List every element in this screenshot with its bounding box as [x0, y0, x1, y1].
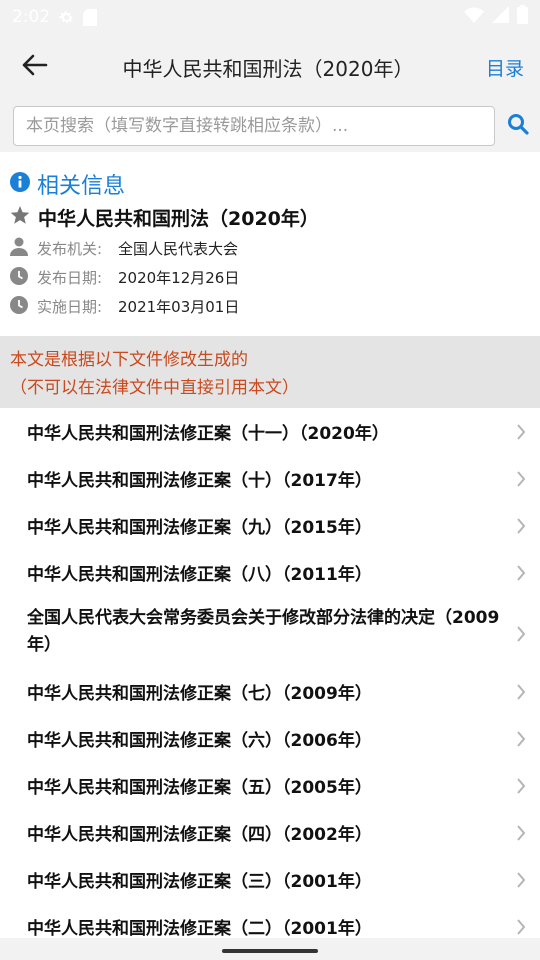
chevron-right-icon [516, 824, 526, 846]
signal-icon [492, 6, 509, 28]
chevron-right-icon [516, 470, 526, 492]
list-item[interactable]: 中华人民共和国刑法修正案（六）（2006年） [0, 715, 540, 762]
status-time: 2:02 [12, 7, 51, 27]
law-title: 中华人民共和国刑法（2020年） [38, 207, 319, 230]
list-item-label: 中华人民共和国刑法修正案（十一）（2020年） [27, 424, 389, 444]
chevron-right-icon [516, 683, 526, 705]
back-button[interactable] [0, 34, 70, 100]
law-title-row: 中华人民共和国刑法（2020年） [10, 200, 540, 234]
list-item-label: 中华人民共和国刑法修正案（八）（2011年） [27, 565, 372, 585]
search-icon [507, 113, 529, 139]
search-button[interactable] [495, 106, 540, 146]
info-card: 相关信息 中华人民共和国刑法（2020年） 发布机关: 全国人民代表大会 发布日… [0, 152, 540, 336]
source-notice: 本文是根据以下文件修改生成的 （不可以在法律文件中直接引用本文） [0, 336, 540, 408]
list-item-label: 中华人民共和国刑法修正案（九）（2015年） [27, 518, 372, 538]
home-handle[interactable] [222, 949, 318, 953]
chevron-right-icon [516, 777, 526, 799]
chevron-right-icon [516, 423, 526, 445]
screen: 2:02 中华人民共和国刑法（2020年） 目录 本页搜索（填写数字直接转跳相应… [0, 0, 540, 960]
list-item-label: 中华人民共和国刑法修正案（七）（2009年） [27, 684, 372, 704]
clock-icon [10, 266, 28, 289]
list-item-label: 中华人民共和国刑法修正案（四）（2002年） [27, 825, 372, 845]
chevron-right-icon [516, 730, 526, 752]
chevron-right-icon [516, 564, 526, 586]
meta-row-publish-date: 发布日期: 2020年12月26日 [10, 263, 540, 292]
app-bar: 中华人民共和国刑法（2020年） 目录 [0, 34, 540, 100]
clock-icon [10, 295, 28, 318]
meta-key: 实施日期: [37, 298, 103, 316]
chevron-right-icon [516, 517, 526, 539]
list-item-label: 中华人民共和国刑法修正案（三）（2001年） [27, 872, 372, 892]
arrow-left-icon [22, 54, 48, 80]
list-item[interactable]: 中华人民共和国刑法修正案（三）（2001年） [0, 856, 540, 903]
info-heading: 相关信息 [37, 174, 126, 199]
list-item[interactable]: 全国人民代表大会常务委员会关于修改部分法律的决定（2009年） [0, 596, 540, 668]
meta-row-effective-date: 实施日期: 2021年03月01日 [10, 292, 540, 321]
list-item-label: 中华人民共和国刑法修正案（二）（2001年） [27, 919, 372, 939]
amendment-list: 中华人民共和国刑法修正案（十一）（2020年） 中华人民共和国刑法修正案（十）（… [0, 408, 540, 950]
status-bar: 2:02 [0, 0, 540, 34]
person-icon [10, 237, 28, 260]
meta-value: 2020年12月26日 [118, 269, 240, 287]
list-item[interactable]: 中华人民共和国刑法修正案（八）（2011年） [0, 549, 540, 596]
page-title: 中华人民共和国刑法（2020年） [122, 56, 414, 81]
status-right-icons [464, 5, 528, 29]
list-item-label: 全国人民代表大会常务委员会关于修改部分法律的决定（2009年） [27, 608, 500, 655]
list-item[interactable]: 中华人民共和国刑法修正案（五）（2005年） [0, 762, 540, 809]
meta-value: 全国人民代表大会 [118, 240, 239, 258]
chevron-right-icon [516, 871, 526, 893]
list-item[interactable]: 中华人民共和国刑法修正案（十）（2017年） [0, 455, 540, 502]
list-item[interactable]: 中华人民共和国刑法修正案（十一）（2020年） [0, 408, 540, 455]
gear-icon [58, 9, 75, 26]
search-row [0, 100, 540, 152]
chevron-right-icon [516, 624, 526, 651]
list-item[interactable]: 中华人民共和国刑法修正案（四）（2002年） [0, 809, 540, 856]
battery-icon [517, 5, 528, 29]
info-icon [10, 172, 30, 196]
meta-row-publisher: 发布机关: 全国人民代表大会 [10, 234, 540, 263]
list-item-label: 中华人民共和国刑法修正案（十）（2017年） [27, 471, 372, 491]
navigation-bar [0, 938, 540, 960]
chevron-right-icon [516, 918, 526, 940]
star-icon [10, 205, 30, 229]
sd-card-icon [83, 8, 98, 26]
list-item-label: 中华人民共和国刑法修正案（五）（2005年） [27, 778, 372, 798]
meta-key: 发布机关: [37, 240, 103, 258]
wifi-icon [464, 7, 484, 28]
notice-line-1: 本文是根据以下文件修改生成的 [10, 350, 248, 370]
meta-value: 2021年03月01日 [118, 298, 240, 316]
toc-button[interactable]: 目录 [470, 54, 540, 81]
list-item[interactable]: 中华人民共和国刑法修正案（九）（2015年） [0, 502, 540, 549]
list-item-label: 中华人民共和国刑法修正案（六）（2006年） [27, 731, 372, 751]
info-heading-row: 相关信息 [10, 170, 540, 199]
list-item[interactable]: 中华人民共和国刑法修正案（七）（2009年） [0, 668, 540, 715]
search-input[interactable] [13, 106, 495, 146]
notice-line-2: （不可以在法律文件中直接引用本文） [10, 378, 299, 398]
meta-key: 发布日期: [37, 269, 103, 287]
